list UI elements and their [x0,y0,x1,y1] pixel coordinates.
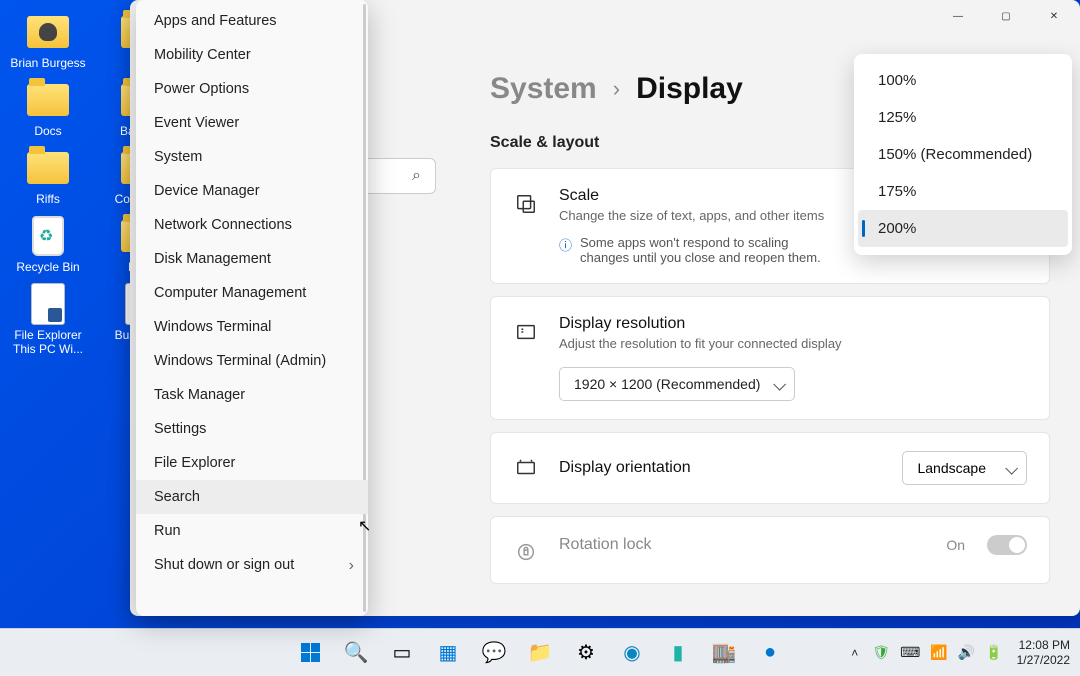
desktop-icon-docs[interactable]: Docs [8,78,88,138]
scale-subtitle: Change the size of text, apps, and other… [559,207,859,225]
desktop-icons-column-1: Brian Burgess Docs Riffs Recycle Bin Fil… [8,10,88,356]
orientation-title: Display orientation [559,459,691,477]
chat-button[interactable]: 💬 [474,633,514,673]
orientation-icon [513,455,539,481]
desktop-icon-recycle-bin[interactable]: Recycle Bin [8,214,88,274]
resolution-icon [513,319,539,345]
scale-icon [513,191,539,217]
tray-overflow-icon[interactable]: ˄ [851,646,858,660]
rotation-lock-state: On [946,537,965,553]
settings-button[interactable]: ⚙ [566,633,606,673]
desktop-icon-user[interactable]: Brian Burgess [8,10,88,70]
wifi-icon[interactable]: 📶 [930,644,947,661]
winx-menu: Apps and Features Mobility Center Power … [136,0,368,616]
keyboard-icon[interactable]: ⌨ [900,644,920,661]
orientation-dropdown[interactable]: Landscape [902,451,1027,485]
scale-option-100[interactable]: 100% [858,62,1068,99]
file-explorer-button[interactable]: 📁 [520,633,560,673]
taskbar-pinned-apps: 🔍 ▭ ▦ 💬 📁 ⚙ ◉ ▮ 🏬 ● [290,633,790,673]
close-button[interactable]: ✕ [1032,1,1076,31]
winx-computer-management[interactable]: Computer Management [136,276,368,310]
store-button[interactable]: 🏬 [704,633,744,673]
security-icon[interactable]: 🛡 [872,644,890,661]
taskbar-search-button[interactable]: 🔍 [336,633,376,673]
winx-task-manager[interactable]: Task Manager [136,378,368,412]
winx-search[interactable]: Search [136,480,368,514]
app-button[interactable]: ▮ [658,633,698,673]
rotation-lock-icon [513,539,539,565]
scale-option-150[interactable]: 150% (Recommended) [858,136,1068,173]
resolution-card[interactable]: Display resolution Adjust the resolution… [490,296,1050,420]
winx-file-explorer[interactable]: File Explorer [136,446,368,480]
clock-time: 12:08 PM [1017,638,1070,653]
winx-windows-terminal-admin[interactable]: Windows Terminal (Admin) [136,344,368,378]
icon-label: Brian Burgess [10,56,85,70]
minimize-button[interactable]: — [936,1,980,31]
winx-shutdown[interactable]: Shut down or sign out [136,548,368,582]
icon-label: File Explorer This PC Wi... [8,328,88,356]
widgets-button[interactable]: ▦ [428,633,468,673]
winx-system[interactable]: System [136,140,368,174]
rotation-lock-card[interactable]: Rotation lock On [490,516,1050,584]
battery-icon[interactable]: 🔋 [985,644,1002,661]
clock-date: 1/27/2022 [1017,653,1070,668]
breadcrumb-parent[interactable]: System [490,72,597,106]
winx-disk-management[interactable]: Disk Management [136,242,368,276]
icon-label: Docs [34,124,61,138]
winx-mobility-center[interactable]: Mobility Center [136,38,368,72]
scale-option-175[interactable]: 175% [858,173,1068,210]
rotation-lock-toggle[interactable] [987,535,1027,555]
search-icon: ⌕ [412,167,421,185]
app-button[interactable]: ● [750,633,790,673]
scale-dropdown-flyout: 100% 125% 150% (Recommended) 175% 200% [854,54,1072,255]
winx-event-viewer[interactable]: Event Viewer [136,106,368,140]
resolution-dropdown[interactable]: 1920 × 1200 (Recommended) [559,367,795,401]
chevron-right-icon: › [613,76,620,102]
resolution-title: Display resolution [559,315,1027,333]
scale-info-note: Some apps won't respond to scaling chang… [559,235,839,265]
breadcrumb-current: Display [636,72,743,106]
volume-icon[interactable]: 🔊 [958,644,975,661]
taskbar: 🔍 ▭ ▦ 💬 📁 ⚙ ◉ ▮ 🏬 ● ˄ 🛡 ⌨ 📶 🔊 🔋 12:08 PM… [0,628,1080,676]
winx-settings[interactable]: Settings [136,412,368,446]
desktop-icon-file[interactable]: File Explorer This PC Wi... [8,282,88,356]
edge-button[interactable]: ◉ [612,633,652,673]
orientation-card[interactable]: Display orientation Landscape [490,432,1050,504]
winx-network-connections[interactable]: Network Connections [136,208,368,242]
scale-option-200[interactable]: 200% [858,210,1068,247]
resolution-subtitle: Adjust the resolution to fit your connec… [559,335,859,353]
winx-windows-terminal[interactable]: Windows Terminal [136,310,368,344]
winx-run[interactable]: Run [136,514,368,548]
winx-apps-features[interactable]: Apps and Features [136,4,368,38]
winx-device-manager[interactable]: Device Manager [136,174,368,208]
task-view-button[interactable]: ▭ [382,633,422,673]
maximize-button[interactable]: ▢ [984,1,1028,31]
winx-power-options[interactable]: Power Options [136,72,368,106]
desktop-icon-riffs[interactable]: Riffs [8,146,88,206]
rotation-lock-title: Rotation lock [559,536,652,554]
start-button[interactable] [290,633,330,673]
scale-option-125[interactable]: 125% [858,99,1068,136]
taskbar-clock[interactable]: 12:08 PM 1/27/2022 [1017,638,1070,668]
icon-label: Recycle Bin [16,260,79,274]
icon-label: Riffs [36,192,60,206]
system-tray: ˄ 🛡 ⌨ 📶 🔊 🔋 12:08 PM 1/27/2022 [851,638,1070,668]
